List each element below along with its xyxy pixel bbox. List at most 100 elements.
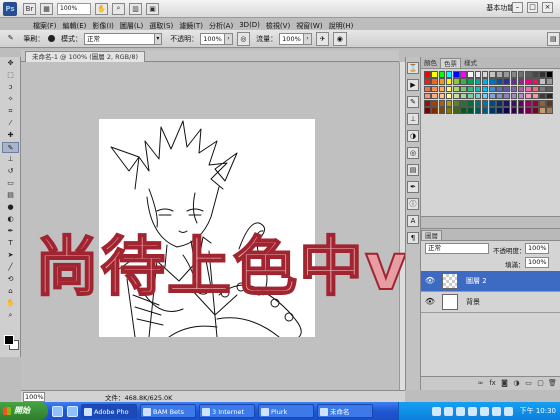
zoom-tool-icon[interactable]: ⌕ xyxy=(2,310,19,321)
hand-tool-icon[interactable]: ✋ xyxy=(95,2,108,15)
color-swatch[interactable] xyxy=(546,100,554,107)
character-panel-icon[interactable]: A xyxy=(407,215,419,227)
tray-icon[interactable] xyxy=(431,406,441,416)
color-swatch[interactable] xyxy=(532,107,539,114)
masks-panel-icon[interactable]: ◎ xyxy=(407,147,419,159)
color-swatch[interactable] xyxy=(539,71,546,78)
color-swatch[interactable] xyxy=(532,71,539,78)
airbrush-icon[interactable]: ✈ xyxy=(315,31,330,46)
chevron-right-icon[interactable]: › xyxy=(225,32,233,45)
color-swatch[interactable] xyxy=(474,107,482,114)
color-swatch[interactable] xyxy=(510,100,518,107)
network-icon[interactable] xyxy=(503,406,513,416)
taskbar-button[interactable]: BAM Bets xyxy=(140,404,196,418)
tab-swatches[interactable]: 色票 xyxy=(440,58,461,68)
minibridge-icon[interactable]: ▦ xyxy=(40,2,53,15)
color-swatch[interactable] xyxy=(546,71,554,78)
color-swatch[interactable] xyxy=(424,78,431,86)
color-swatch[interactable] xyxy=(438,107,446,114)
color-swatch[interactable] xyxy=(532,100,539,107)
color-swatch[interactable] xyxy=(467,92,475,100)
paths-panel-icon[interactable]: ✒ xyxy=(407,181,419,193)
clone-source-panel-icon[interactable]: ⊥ xyxy=(407,113,419,125)
color-swatch[interactable] xyxy=(460,85,467,93)
maximize-icon[interactable]: □ xyxy=(527,2,538,13)
zoom-level-select[interactable]: 100% xyxy=(57,2,91,15)
layer-fill-field[interactable]: 100% xyxy=(525,257,549,268)
color-swatch[interactable] xyxy=(460,78,467,86)
color-swatch[interactable] xyxy=(431,78,439,86)
color-swatch[interactable] xyxy=(517,78,525,86)
color-swatch[interactable] xyxy=(488,107,496,114)
shape-tool-icon[interactable]: ╱ xyxy=(2,262,19,273)
color-swatch[interactable] xyxy=(460,100,467,107)
clone-stamp-tool-icon[interactable]: ⊥ xyxy=(2,154,19,165)
color-swatch[interactable] xyxy=(453,71,460,78)
color-swatch[interactable] xyxy=(424,85,431,93)
color-swatch[interactable] xyxy=(532,78,539,86)
color-swatch[interactable] xyxy=(445,92,453,100)
color-swatch[interactable] xyxy=(503,78,510,86)
gradient-tool-icon[interactable]: ▤ xyxy=(2,190,19,201)
color-swatch[interactable] xyxy=(524,85,532,93)
minimize-icon[interactable]: – xyxy=(512,2,523,13)
color-swatch[interactable] xyxy=(481,71,489,78)
color-swatch[interactable] xyxy=(438,100,446,107)
layer-blend-mode-select[interactable]: 正常 xyxy=(425,243,489,254)
color-swatch[interactable] xyxy=(453,92,460,100)
link-layers-icon[interactable]: ∞ xyxy=(476,379,485,388)
eraser-tool-icon[interactable]: ▭ xyxy=(2,178,19,189)
pressure-opacity-icon[interactable]: ◎ xyxy=(236,31,251,46)
opacity-field[interactable]: 100% xyxy=(200,32,226,45)
color-swatch[interactable] xyxy=(539,107,546,114)
color-swatch[interactable] xyxy=(438,78,446,86)
color-swatch[interactable] xyxy=(539,85,546,93)
paragraph-panel-icon[interactable]: ¶ xyxy=(407,232,419,244)
hand-tool-icon[interactable]: ✋ xyxy=(2,298,19,309)
color-swatch[interactable] xyxy=(453,100,460,107)
status-zoom-field[interactable]: 100% xyxy=(23,391,45,402)
channels-panel-icon[interactable]: ▤ xyxy=(407,164,419,176)
color-swatch[interactable] xyxy=(488,71,496,78)
chevron-down-icon[interactable]: ▾ xyxy=(154,32,163,45)
color-swatch[interactable] xyxy=(496,100,503,107)
color-swatch[interactable] xyxy=(445,107,453,114)
color-swatch[interactable] xyxy=(424,107,431,114)
foreground-color-swatch[interactable] xyxy=(4,335,14,345)
color-swatch[interactable] xyxy=(503,71,510,78)
color-swatch[interactable] xyxy=(453,85,460,93)
document-tab[interactable]: 未命名-1 @ 100% (圖層 2, RGB/8) xyxy=(25,51,146,62)
color-swatch[interactable] xyxy=(488,85,496,93)
color-swatch[interactable] xyxy=(424,71,431,78)
panel-toggle-icon[interactable]: ▤ xyxy=(546,31,560,46)
volume-icon[interactable] xyxy=(491,406,501,416)
color-swatch[interactable] xyxy=(467,71,475,78)
quick-launch-ie-icon[interactable] xyxy=(52,405,63,417)
color-swatch[interactable] xyxy=(496,107,503,114)
color-swatch[interactable] xyxy=(467,85,475,93)
color-swatch[interactable] xyxy=(488,78,496,86)
color-swatch[interactable] xyxy=(431,100,439,107)
trash-icon[interactable]: 🗑 xyxy=(548,379,557,388)
chevron-right-icon[interactable]: › xyxy=(304,32,312,45)
color-swatch[interactable] xyxy=(532,85,539,93)
layer-style-icon[interactable]: fx xyxy=(488,379,497,388)
color-swatch[interactable] xyxy=(503,92,510,100)
color-swatch[interactable] xyxy=(517,92,525,100)
tray-icon[interactable] xyxy=(479,406,489,416)
adjustment-layer-icon[interactable]: ◑ xyxy=(512,379,521,388)
tray-icon[interactable] xyxy=(455,406,465,416)
3d-camera-tool-icon[interactable]: ⌂ xyxy=(2,286,19,297)
color-swatch[interactable] xyxy=(517,71,525,78)
history-brush-tool-icon[interactable]: ↺ xyxy=(2,166,19,177)
color-swatch[interactable] xyxy=(453,78,460,86)
tray-icon[interactable] xyxy=(443,406,453,416)
color-swatch[interactable] xyxy=(460,107,467,114)
history-panel-icon[interactable]: ⌛ xyxy=(407,62,419,74)
color-swatch[interactable] xyxy=(467,100,475,107)
color-swatch[interactable] xyxy=(503,107,510,114)
brush-panel-icon[interactable]: ✎ xyxy=(407,96,419,108)
actions-panel-icon[interactable]: ▶ xyxy=(407,79,419,91)
color-swatch[interactable] xyxy=(517,107,525,114)
brush-tool-icon[interactable]: ✎ xyxy=(2,142,19,153)
